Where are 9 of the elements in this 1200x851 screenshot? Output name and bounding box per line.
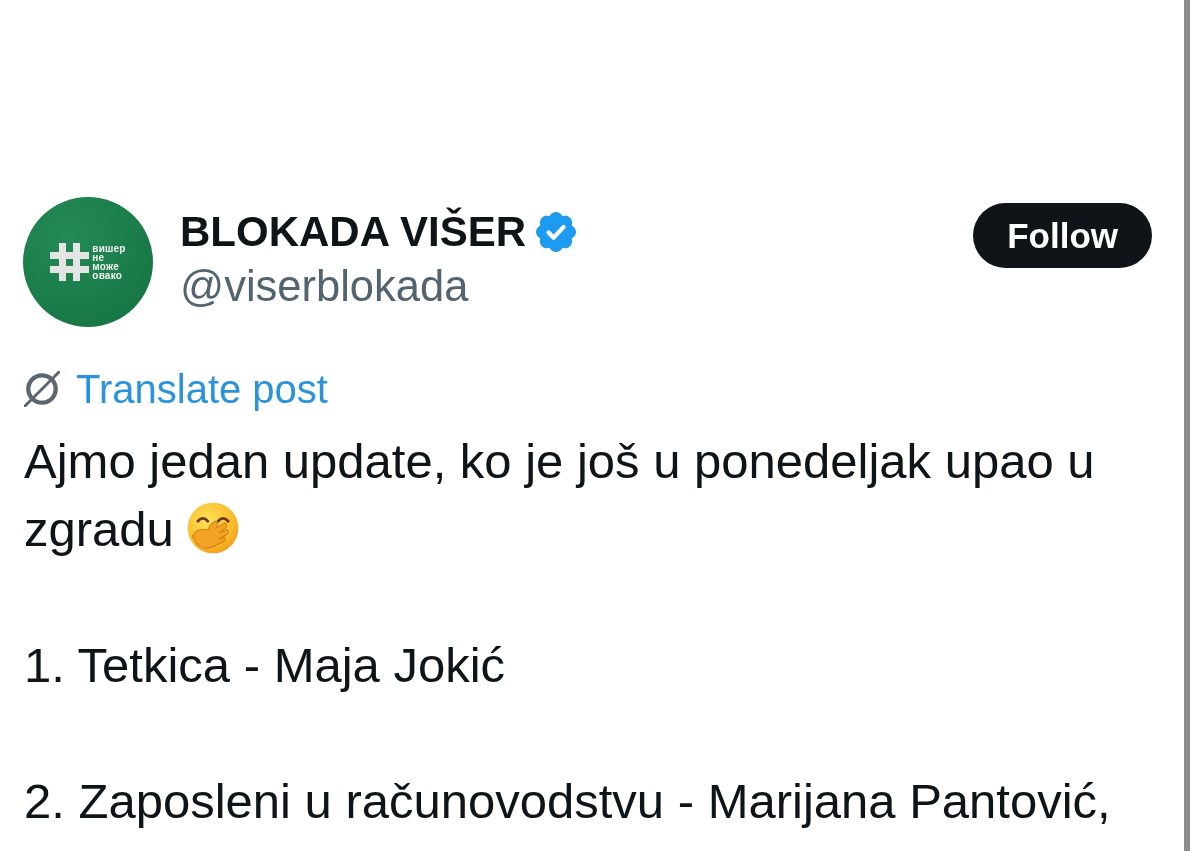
post-text: Ajmo jedan update, ko je još u ponedeljak upao u zgradu bbox=[24, 434, 1095, 556]
author-name: BLOKADA VIŠER bbox=[180, 206, 527, 257]
slashed-circle-icon bbox=[24, 371, 60, 407]
hash-icon bbox=[50, 243, 90, 281]
author-handle: @viserblokada bbox=[180, 261, 470, 312]
post-text: 1. Tetkica - Maja Jokić bbox=[24, 638, 506, 692]
post-text: 2. Zaposleni u računovodstvu - Marijana Pantović, bbox=[24, 774, 1111, 828]
avatar-text: вишер не може овако bbox=[92, 244, 126, 280]
follow-button[interactable]: Follow bbox=[973, 203, 1152, 268]
